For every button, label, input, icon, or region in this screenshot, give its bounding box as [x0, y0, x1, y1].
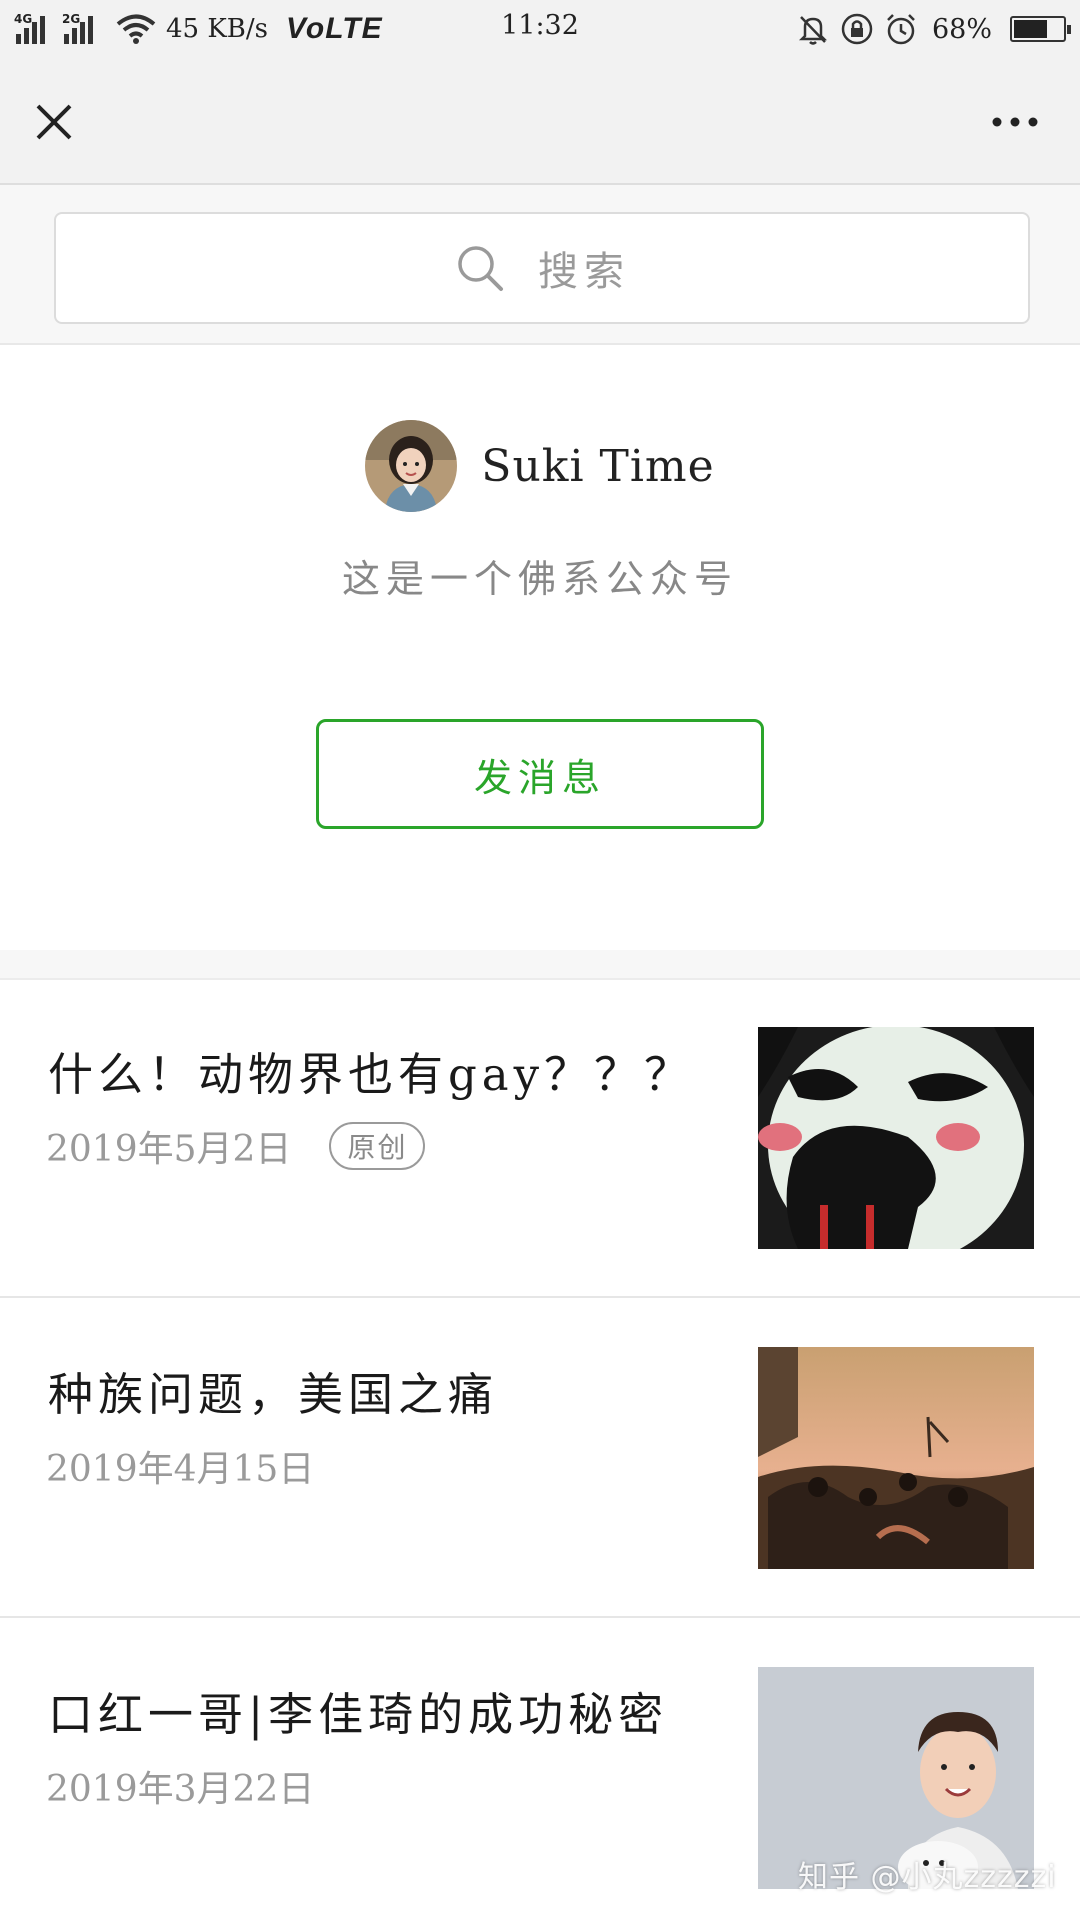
article-meta: 2019年3月22日: [46, 1760, 314, 1812]
close-icon[interactable]: [24, 92, 84, 152]
send-message-button[interactable]: 发消息: [316, 719, 764, 829]
article-title: 种族问题，美国之痛: [48, 1368, 499, 1421]
rotation-lock-icon: [841, 13, 873, 45]
article-item[interactable]: 什么！动物界也有gay？？？ 2019年5月2日 原创: [0, 980, 1080, 1298]
article-date: 2019年3月22日: [46, 1769, 315, 1810]
account-name: Suki Time: [481, 440, 715, 492]
top-bar: [0, 58, 1080, 185]
account-header: Suki Time: [0, 420, 1080, 512]
more-dots-icon[interactable]: [980, 92, 1050, 152]
article-thumbnail: [758, 1347, 1034, 1569]
send-message-label: 发消息: [473, 755, 606, 800]
article-meta: 2019年4月15日: [46, 1440, 314, 1492]
alarm-icon: [887, 14, 915, 45]
account-description: 这是一个佛系公众号: [341, 557, 738, 601]
article-date: 2019年5月2日: [46, 1129, 292, 1170]
search-section: 搜索: [0, 185, 1080, 345]
article-title: 口红一哥|李佳琦的成功秘密: [48, 1688, 669, 1741]
status-right: 68%: [796, 8, 1071, 50]
article-date: 2019年4月15日: [46, 1449, 315, 1490]
status-bar: 4G 2G 45 KB/s VoLTE 11:32 68%: [0, 0, 1080, 58]
article-meta: 2019年5月2日 原创: [46, 1120, 426, 1172]
watermark: 知乎 @小丸zzzzzi: [798, 1860, 1057, 1895]
original-badge: 原创: [329, 1122, 426, 1170]
search-placeholder: 搜索: [538, 249, 630, 295]
battery-percent: 68%: [931, 13, 992, 45]
section-divider: [0, 950, 1080, 980]
article-title: 什么！动物界也有gay？？？: [48, 1048, 695, 1101]
avatar[interactable]: [365, 420, 458, 512]
article-thumbnail: [758, 1027, 1034, 1249]
search-icon: [458, 246, 503, 291]
search-input[interactable]: 搜索: [54, 212, 1030, 324]
article-item[interactable]: 种族问题，美国之痛 2019年4月15日: [0, 1300, 1080, 1618]
mute-bell-icon: [798, 16, 828, 45]
screen: 4G 2G 45 KB/s VoLTE 11:32 68% 搜索 Suki Ti…: [0, 0, 1080, 1920]
battery-icon: [1010, 16, 1071, 42]
